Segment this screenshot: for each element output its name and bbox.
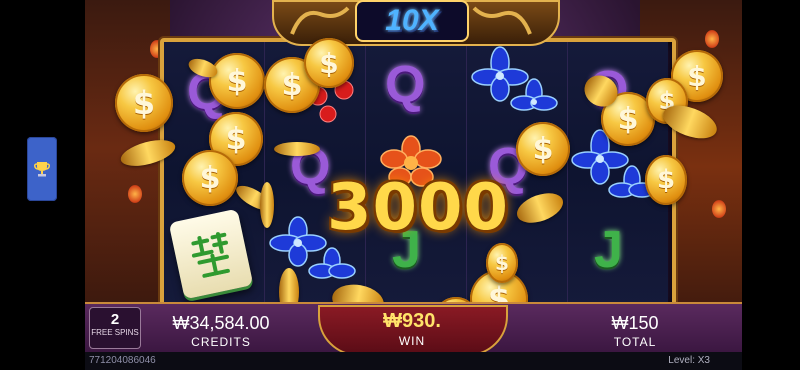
coin-icon: $ (516, 122, 570, 176)
lantern-icon (705, 30, 719, 48)
symbol-j: J (594, 221, 623, 279)
coin-icon: $ (486, 243, 518, 283)
coin-icon (274, 142, 320, 156)
free-spins-counter: 2 FREE SPINS (89, 307, 141, 349)
win-multiplier: 10X (355, 0, 469, 42)
dragon-ornament-icon (290, 6, 350, 35)
free-spins-label: FREE SPINS (91, 328, 139, 337)
game-scene: Q Q Q Q Q J J (0, 0, 800, 370)
blue-flower-icon (471, 46, 558, 111)
mahjong-glyph-icon (191, 232, 230, 278)
credits-label: CREDITS (191, 335, 251, 349)
coin-icon (260, 182, 274, 228)
win-value: ₩930. (383, 310, 441, 332)
footer-bar: 771204086046 Level: X3 (85, 352, 742, 370)
lantern-icon (712, 200, 726, 218)
win-label: WIN (398, 334, 426, 348)
coin-icon: $ (645, 155, 687, 205)
dragon-ornament-icon (472, 6, 532, 35)
coin-icon: $ (304, 38, 354, 88)
coin-icon: $ (115, 74, 173, 132)
level-indicator: Level: X3 (668, 355, 710, 366)
big-win-amount: 3000 (326, 171, 510, 245)
coin-icon: $ (209, 53, 265, 109)
coin-icon: $ (182, 150, 238, 206)
trophy-icon (34, 162, 50, 177)
credits-value: ₩34,584.00 (172, 313, 270, 333)
lantern-icon (128, 185, 142, 203)
total-bet-label: TOTAL (613, 335, 657, 349)
free-spins-count: 2 (110, 311, 120, 328)
symbol-q: Q (385, 56, 426, 114)
letterbox-right (742, 0, 800, 370)
round-id: 771204086046 (89, 355, 156, 366)
trophy-button[interactable] (27, 137, 57, 201)
total-bet-value: ₩150 (611, 313, 659, 333)
